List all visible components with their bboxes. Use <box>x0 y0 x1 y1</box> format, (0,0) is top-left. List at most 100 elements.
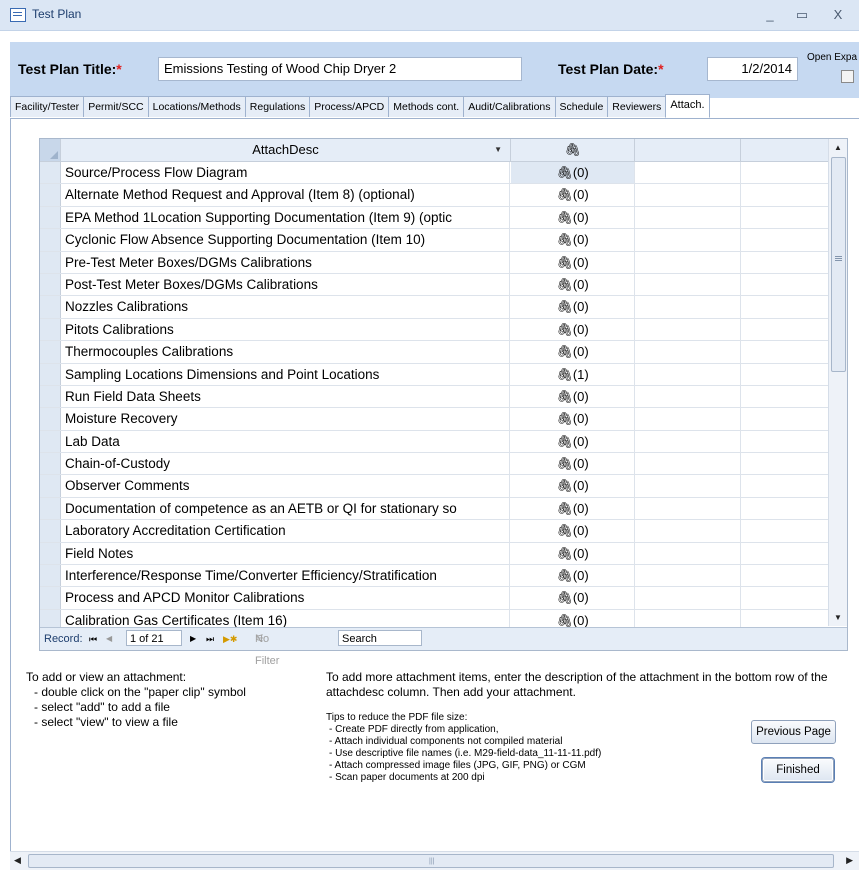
attachment-cell[interactable]: 🖇(0) <box>511 251 635 273</box>
paperclip-icon[interactable]: 🖇 <box>556 523 573 538</box>
scroll-left-icon[interactable]: ◀ <box>14 855 21 866</box>
attachdesc-cell[interactable]: Pitots Calibrations <box>61 318 510 341</box>
attachdesc-cell[interactable]: Sampling Locations Dimensions and Point … <box>61 363 510 385</box>
paperclip-icon[interactable]: 🖇 <box>556 322 573 337</box>
table-row[interactable]: Pre-Test Meter Boxes/DGMs Calibrations 🖇(… <box>40 251 828 274</box>
attachdesc-cell[interactable]: Process and APCD Monitor Calibrations <box>61 587 510 609</box>
column-header-attachment[interactable]: 🖇 <box>511 139 635 161</box>
select-all-corner[interactable] <box>40 139 61 161</box>
attachment-cell[interactable]: 🖇(0) <box>511 587 635 609</box>
table-row[interactable]: Process and APCD Monitor Calibrations 🖇(0… <box>40 587 828 610</box>
attachdesc-cell[interactable]: Thermocouples Calibrations <box>61 341 510 363</box>
table-row[interactable]: Nozzles Calibrations 🖇(0) <box>40 296 828 319</box>
table-row[interactable]: Laboratory Accreditation Certification 🖇(… <box>40 520 828 543</box>
row-selector[interactable] <box>40 341 61 363</box>
table-row[interactable]: Lab Data 🖇(0) <box>40 430 828 454</box>
attachdesc-cell[interactable]: Observer Comments <box>61 475 510 497</box>
horizontal-scrollbar[interactable]: ◀ ||| ▶ <box>10 851 859 870</box>
table-row[interactable]: Moisture Recovery 🖇(0) <box>40 408 828 431</box>
attachment-cell[interactable]: 🖇(0) <box>511 318 635 341</box>
attachdesc-cell[interactable]: Cyclonic Flow Absence Supporting Documen… <box>61 229 510 251</box>
attachment-cell[interactable]: 🖇(0) <box>511 497 635 520</box>
paperclip-icon[interactable]: 🖇 <box>556 434 573 449</box>
previous-record-icon[interactable]: ◀ <box>106 628 112 650</box>
row-selector[interactable] <box>40 475 61 497</box>
paperclip-icon[interactable]: 🖇 <box>556 165 573 180</box>
attachdesc-cell[interactable]: Laboratory Accreditation Certification <box>61 520 510 542</box>
column-dropdown-icon[interactable]: ▼ <box>494 139 502 161</box>
last-record-icon[interactable]: ⏭ <box>206 628 214 650</box>
tab-audit-calibrations[interactable]: Audit/Calibrations <box>463 96 556 117</box>
paperclip-icon[interactable]: 🖇 <box>556 546 573 561</box>
table-row[interactable]: Run Field Data Sheets 🖇(0) <box>40 385 828 409</box>
paperclip-icon[interactable]: 🖇 <box>556 389 573 404</box>
record-number-field[interactable]: 1 of 21 <box>126 630 182 646</box>
tab-locations-methods[interactable]: Locations/Methods <box>147 96 246 117</box>
attachdesc-cell[interactable]: Pre-Test Meter Boxes/DGMs Calibrations <box>61 251 510 273</box>
paperclip-icon[interactable]: 🖇 <box>556 210 573 225</box>
attachment-cell[interactable]: 🖇(0) <box>511 542 635 565</box>
row-selector[interactable] <box>40 408 61 430</box>
attachdesc-cell[interactable]: Field Notes <box>61 542 510 565</box>
attachdesc-cell[interactable]: Chain-of-Custody <box>61 453 510 475</box>
attachdesc-cell[interactable]: Moisture Recovery <box>61 408 510 430</box>
tab-regulations[interactable]: Regulations <box>244 96 311 117</box>
column-header-attachdesc[interactable]: AttachDesc ▼ <box>61 139 511 161</box>
row-selector[interactable] <box>40 497 61 520</box>
table-row[interactable]: Cyclonic Flow Absence Supporting Documen… <box>40 229 828 252</box>
vertical-scrollbar[interactable]: ▲ ▼ <box>828 139 847 626</box>
search-box[interactable]: Search <box>338 630 422 646</box>
attachdesc-cell[interactable]: Nozzles Calibrations <box>61 296 510 318</box>
tab-permit-scc[interactable]: Permit/SCC <box>83 96 149 117</box>
table-row[interactable]: Post-Test Meter Boxes/DGMs Calibrations 🖇… <box>40 273 828 297</box>
row-selector[interactable] <box>40 565 61 587</box>
open-expand-checkbox[interactable] <box>841 70 854 83</box>
paperclip-icon[interactable]: 🖇 <box>556 501 573 516</box>
row-selector[interactable] <box>40 273 61 296</box>
attachment-cell[interactable]: 🖇(0) <box>511 520 635 542</box>
tab-methods-cont[interactable]: Methods cont. <box>388 96 465 117</box>
paperclip-icon[interactable]: 🖇 <box>556 456 573 471</box>
attachment-cell[interactable]: 🖇(0) <box>511 273 635 296</box>
table-row[interactable]: Observer Comments 🖇(0) <box>40 475 828 498</box>
row-selector[interactable] <box>40 363 61 385</box>
minimize-button[interactable]: _ <box>758 6 782 24</box>
paperclip-icon[interactable]: 🖇 <box>556 613 573 628</box>
paperclip-icon[interactable]: 🖇 <box>556 255 573 270</box>
test-plan-title-field[interactable]: Emissions Testing of Wood Chip Dryer 2 <box>158 57 522 81</box>
row-selector[interactable] <box>40 587 61 609</box>
paperclip-icon[interactable]: 🖇 <box>556 568 573 583</box>
maximize-button[interactable]: ▭ <box>790 6 814 24</box>
attachment-cell[interactable]: 🖇(0) <box>511 341 635 363</box>
paperclip-icon[interactable]: 🖇 <box>556 344 573 359</box>
attachment-cell[interactable]: 🖇(0) <box>511 565 635 587</box>
attachment-cell[interactable]: 🖇(0) <box>511 430 635 453</box>
test-plan-date-field[interactable]: 1/2/2014 <box>707 57 798 81</box>
paperclip-icon[interactable]: 🖇 <box>556 478 573 493</box>
row-selector[interactable] <box>40 251 61 273</box>
first-record-icon[interactable]: ⏮ <box>89 628 97 650</box>
attachment-cell[interactable]: 🖇(0) <box>511 475 635 497</box>
attachment-cell[interactable]: 🖇(0) <box>511 385 635 408</box>
attachment-cell[interactable]: 🖇(0) <box>511 229 635 251</box>
attachdesc-cell[interactable]: EPA Method 1Location Supporting Document… <box>61 206 510 229</box>
paperclip-icon[interactable]: 🖇 <box>556 590 573 605</box>
attachment-cell[interactable]: 🖇(0) <box>511 453 635 475</box>
horizontal-scroll-thumb[interactable]: ||| <box>28 854 834 868</box>
table-row[interactable]: EPA Method 1Location Supporting Document… <box>40 206 828 230</box>
table-row[interactable]: Interference/Response Time/Converter Eff… <box>40 565 828 588</box>
next-record-icon[interactable]: ▶ <box>190 628 196 650</box>
table-row[interactable]: Documentation of competence as an AETB o… <box>40 497 828 521</box>
row-selector[interactable] <box>40 542 61 565</box>
row-selector[interactable] <box>40 296 61 318</box>
attachdesc-cell[interactable]: Documentation of competence as an AETB o… <box>61 497 510 520</box>
tab-schedule[interactable]: Schedule <box>554 96 609 117</box>
scroll-right-icon[interactable]: ▶ <box>846 855 853 866</box>
paperclip-icon[interactable]: 🖇 <box>556 299 573 314</box>
row-selector[interactable] <box>40 453 61 475</box>
paperclip-icon[interactable]: 🖇 <box>556 367 573 382</box>
table-row[interactable]: Pitots Calibrations 🖇(0) <box>40 318 828 342</box>
attachment-cell[interactable]: 🖇(0) <box>511 296 635 318</box>
paperclip-icon[interactable]: 🖇 <box>556 187 573 202</box>
previous-page-button[interactable]: Previous Page <box>751 720 836 744</box>
